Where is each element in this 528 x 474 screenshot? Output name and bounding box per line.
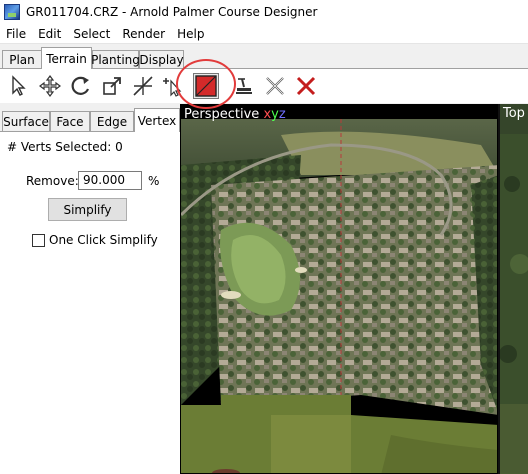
subtab-surface[interactable]: Surface [2, 111, 50, 132]
slice-icon[interactable] [130, 73, 156, 99]
tab-display[interactable]: Display [139, 50, 184, 68]
verts-selected-text: # Verts Selected: 0 [7, 140, 123, 154]
top-terrain-render [500, 104, 528, 474]
move-arrows-icon[interactable] [37, 73, 63, 99]
scale-icon[interactable] [99, 73, 125, 99]
perspective-viewport[interactable]: Perspective xyz [180, 104, 498, 474]
menu-edit[interactable]: Edit [32, 27, 67, 41]
subtab-edge[interactable]: Edge [90, 111, 134, 132]
subtab-face[interactable]: Face [50, 111, 90, 132]
highlight-annotation-ring [176, 59, 236, 109]
top-viewport[interactable]: Top [498, 104, 528, 474]
sub-tab-row: Surface Face Edge Vertex [0, 108, 180, 132]
menu-select[interactable]: Select [67, 27, 116, 41]
delete-icon[interactable] [293, 73, 319, 99]
perspective-label-text: Perspective [184, 107, 260, 122]
subtab-vertex[interactable]: Vertex [134, 108, 180, 132]
toolbar [0, 69, 528, 103]
window-title: GR011704.CRZ - Arnold Palmer Course Desi… [26, 5, 318, 19]
tab-terrain[interactable]: Terrain [41, 47, 92, 69]
top-label: Top [503, 106, 525, 121]
axis-y-label: y [271, 107, 279, 122]
axis-z-label: z [278, 107, 286, 122]
remove-label: Remove: [26, 174, 79, 188]
app-icon [4, 4, 20, 20]
axis-x-label: x [263, 107, 272, 122]
menu-bar: File Edit Select Render Help [0, 24, 528, 44]
tab-plan[interactable]: Plan [2, 50, 42, 68]
select-arrow-icon[interactable] [6, 73, 32, 99]
main-tab-row: Plan Terrain Planting Display [0, 47, 528, 69]
menu-render[interactable]: Render [116, 27, 171, 41]
delete-vertex-icon[interactable] [262, 73, 288, 99]
terrain-render [181, 105, 497, 473]
remove-unit: % [148, 174, 160, 188]
menu-help[interactable]: Help [171, 27, 210, 41]
remove-input[interactable]: 90.000 [78, 171, 142, 190]
rotate-icon[interactable] [68, 73, 94, 99]
menu-file[interactable]: File [0, 27, 32, 41]
vertex-panel: # Verts Selected: 0 Remove: 90.000 % Sim… [0, 131, 180, 474]
title-bar: GR011704.CRZ - Arnold Palmer Course Desi… [0, 0, 528, 24]
one-click-simplify-label: One Click Simplify [49, 233, 158, 247]
tab-planting[interactable]: Planting [91, 50, 140, 68]
perspective-label: Perspective xyz [184, 107, 286, 122]
one-click-simplify-checkbox[interactable] [32, 234, 45, 247]
simplify-button[interactable]: Simplify [48, 198, 127, 221]
